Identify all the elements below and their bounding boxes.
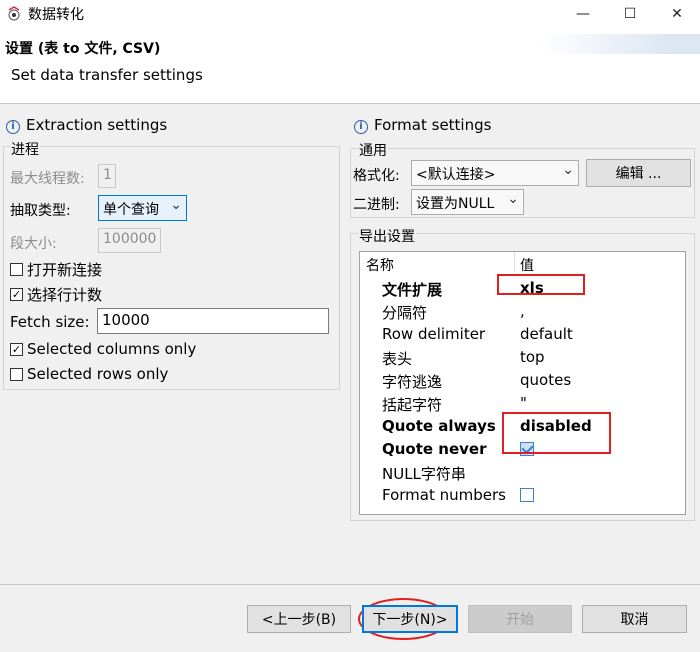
open-new-connection-checkbox[interactable]: 打开新连接 (10, 259, 102, 280)
row-value: quotes (520, 371, 572, 389)
row-name: Row delimiter (382, 325, 486, 343)
extract-type-label: 抽取类型: (10, 203, 71, 219)
selected-rows-only-label: Selected rows only (27, 365, 169, 383)
row-name: 文件扩展 (382, 281, 443, 299)
selected-columns-only-checkbox[interactable]: ✓ Selected columns only (10, 340, 196, 358)
table-row[interactable]: Format numbers (360, 485, 685, 508)
select-row-count-checkbox[interactable]: ✓ 选择行计数 (10, 284, 102, 305)
row-value: default (520, 325, 573, 343)
unchecked-checkbox-icon[interactable] (520, 486, 534, 504)
checkbox-box (10, 367, 23, 381)
minimize-button[interactable]: — (560, 0, 606, 28)
extract-type-select[interactable]: 单个查询 ⌄ (98, 195, 187, 221)
page-title: 设置 (表 to 文件, CSV) (5, 41, 161, 57)
row-value: , (520, 302, 525, 320)
row-name: Quote always (382, 417, 496, 435)
table-header: 名称 值 (360, 252, 685, 276)
open-new-connection-label: 打开新连接 (27, 261, 103, 279)
footer-divider (0, 584, 700, 585)
info-icon: i (6, 120, 20, 134)
check-icon: ✓ (10, 288, 23, 301)
extraction-settings-title: i Extraction settings (6, 116, 167, 134)
next-button[interactable]: 下一步(N)> (362, 605, 458, 633)
info-icon: i (354, 120, 368, 134)
cancel-button[interactable]: 取消 (582, 605, 687, 633)
start-button[interactable]: 开始 (468, 605, 572, 633)
column-divider (514, 252, 515, 272)
checkbox-icon (520, 488, 534, 502)
select-row-count-label: 选择行计数 (27, 286, 103, 304)
annotation-box-quote-settings (502, 412, 611, 454)
binary-value: 设置为NULL (416, 196, 495, 212)
selected-columns-only-label: Selected columns only (27, 340, 197, 358)
annotation-box-file-extension (497, 274, 585, 295)
row-value: top (520, 348, 545, 366)
table-row[interactable]: 分隔符, (360, 301, 685, 324)
row-name: 分隔符 (382, 304, 428, 322)
chevron-down-icon: ⌄ (170, 197, 182, 213)
row-name: 括起字符 (382, 396, 443, 414)
edit-button[interactable]: 编辑 ... (586, 159, 691, 187)
back-button[interactable]: <上一步(B) (247, 605, 351, 633)
row-name: Format numbers (382, 486, 506, 504)
extract-type-value: 单个查询 (103, 202, 159, 218)
row-value: " (520, 394, 527, 412)
export-group-label: 导出设置 (358, 226, 416, 246)
chevron-down-icon: ⌄ (562, 162, 574, 178)
segment-size-label: 段大小: (10, 236, 57, 252)
selected-rows-only-checkbox[interactable]: Selected rows only (10, 365, 168, 383)
row-name: 表头 (382, 350, 413, 368)
formatting-label: 格式化: (353, 168, 400, 184)
close-icon: ✕ (671, 6, 683, 22)
row-name: Quote never (382, 440, 487, 458)
app-icon (8, 6, 20, 21)
row-name: NULL字符串 (382, 465, 466, 483)
window-title: 数据转化 (28, 7, 84, 23)
format-settings-title: i Format settings (354, 116, 491, 134)
formatting-select[interactable]: <默认连接> ⌄ (411, 160, 579, 186)
extraction-settings-label: Extraction settings (26, 116, 168, 134)
maximize-icon: ☐ (623, 6, 637, 22)
max-threads-input[interactable]: 1 (98, 164, 116, 188)
checkbox-box (10, 263, 23, 276)
fetch-size-label: Fetch size: (10, 313, 90, 331)
table-row[interactable]: NULL字符串 (360, 462, 685, 485)
wizard-header: 设置 (表 to 文件, CSV) Set data transfer sett… (0, 28, 700, 104)
chevron-down-icon: ⌄ (507, 191, 519, 207)
maximize-button[interactable]: ☐ (607, 0, 653, 28)
column-header-name: 名称 (366, 258, 394, 274)
max-threads-label: 最大线程数: (10, 171, 85, 187)
table-row[interactable]: 字符逃逸 quotes (360, 370, 685, 393)
general-group-label: 通用 (358, 140, 388, 160)
table-row[interactable]: 表头 top (360, 347, 685, 370)
close-button[interactable]: ✕ (654, 0, 700, 28)
format-settings-label: Format settings (374, 116, 492, 134)
column-header-value: 值 (520, 258, 534, 274)
fetch-size-input[interactable]: 10000 (97, 308, 329, 334)
check-icon: ✓ (10, 342, 23, 356)
process-group-label: 进程 (10, 139, 40, 159)
binary-select[interactable]: 设置为NULL ⌄ (411, 189, 524, 215)
header-gradient (540, 34, 700, 54)
title-bar: 数据转化 — ☐ ✕ (0, 0, 700, 28)
row-name: 字符逃逸 (382, 373, 443, 391)
formatting-value: <默认连接> (416, 167, 496, 183)
segment-size-input[interactable]: 100000 (98, 228, 161, 253)
minimize-icon: — (576, 6, 590, 22)
table-row[interactable]: Row delimiter default (360, 324, 685, 347)
binary-label: 二进制: (353, 197, 400, 213)
page-subtitle: Set data transfer settings (11, 66, 203, 84)
